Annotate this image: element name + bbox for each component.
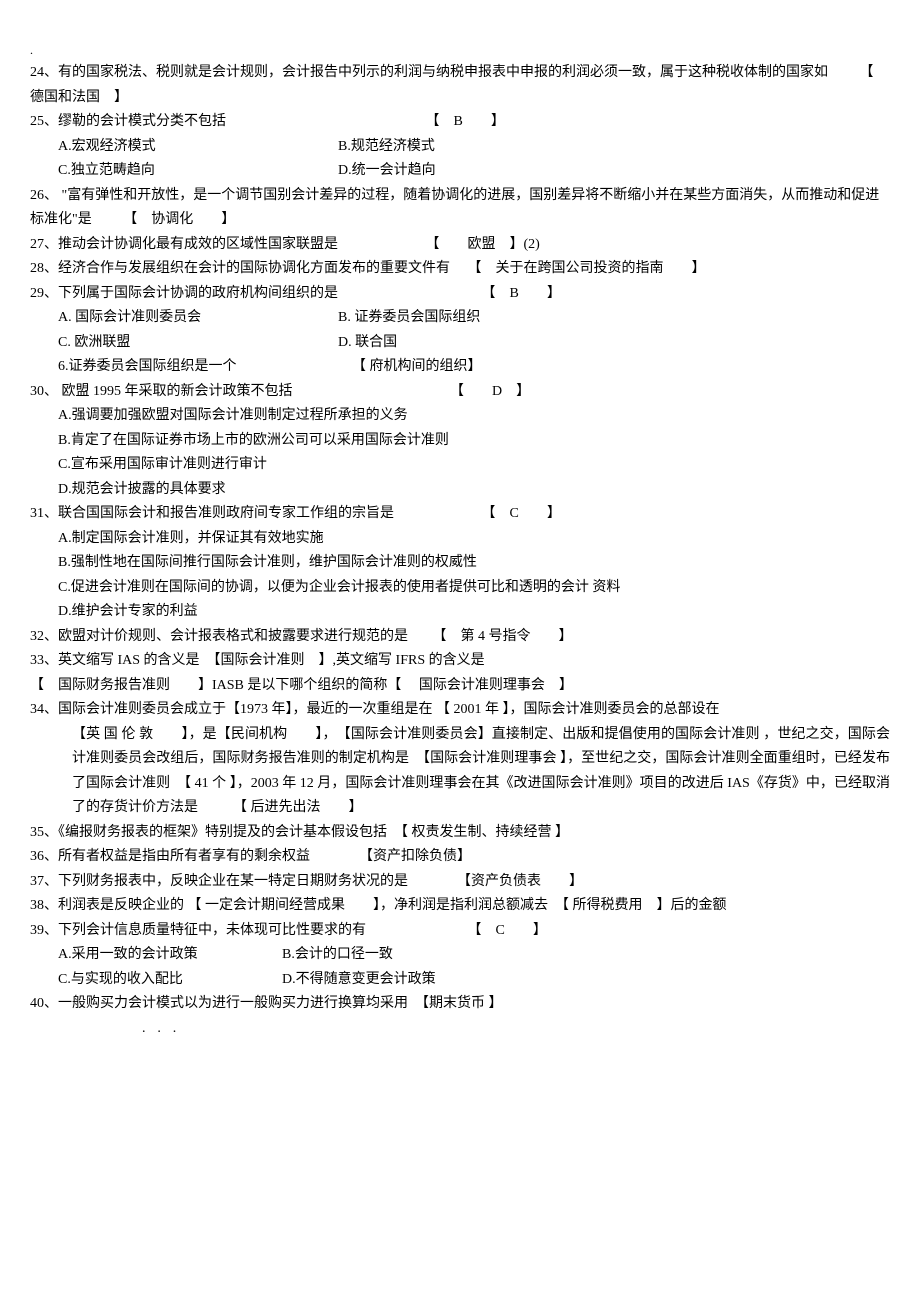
q31-ans: C [510, 506, 519, 521]
q25-text: 25、缪勒的会计模式分类不包括 [30, 114, 226, 129]
q24-text: 24、有的国家税法、税则就是会计规则，会计报告中列示的利润与纳税申报表中申报的利… [30, 65, 828, 80]
q39-a: A.采用一致的会计政策 [58, 943, 282, 968]
q32-text: 32、欧盟对计价规则、会计报表格式和披露要求进行规范的是 [30, 629, 408, 644]
q32-ans: 第 4 号指令 [461, 629, 531, 644]
q25-ans: B [454, 114, 463, 129]
q31-c: C.促进会计准则在国际间的协调，以便为企业会计报表的使用者提供可比和透明的会计 … [58, 576, 890, 601]
q39-row1: A.采用一致的会计政策 B.会计的口径一致 [58, 943, 890, 968]
q28-text: 28、经济合作与发展组织在会计的国际协调化方面发布的重要文件有 [30, 261, 450, 276]
q31-a: A.制定国际会计准则，并保证其有效地实施 [58, 527, 890, 552]
q31-b: B.强制性地在国际间推行国际会计准则，维护国际会计准则的权威性 [58, 551, 890, 576]
q31-d: D.维护会计专家的利益 [58, 600, 890, 625]
q27-tail: (2) [524, 237, 540, 252]
q33-p2: 【 国际财务报告准则 】IASB 是以下哪个组织的简称【 国际会计准则理事会 】 [30, 674, 890, 699]
q39-text: 39、下列会计信息质量特征中，未体现可比性要求的有 [30, 923, 366, 938]
q29-sub: 6.证券委员会国际组织是一个 【 府机构间的组织】 [58, 355, 890, 380]
topdot: . [30, 40, 890, 61]
q39: 39、下列会计信息质量特征中，未体现可比性要求的有 【 C 】 [30, 919, 890, 944]
q30-b: B.肯定了在国际证券市场上市的欧洲公司可以采用国际会计准则 [58, 429, 890, 454]
q25: 25、缪勒的会计模式分类不包括 【 B 】 [30, 110, 890, 135]
q40: 40、一般购买力会计模式以为进行一般购买力进行换算均采用 【期末货币 】 [30, 992, 890, 1017]
q25-c: C.独立范畴趋向 [58, 159, 338, 184]
bottom-dots: . . . [142, 1017, 890, 1042]
q33-p1: 33、英文缩写 IAS 的含义是 【国际会计准则 】,英文缩写 IFRS 的含义… [30, 649, 890, 674]
q24-ans: 德国和法国 [30, 90, 100, 105]
q37: 37、下列财务报表中，反映企业在某一特定日期财务状况的是 【资产负债表 】 [30, 870, 890, 895]
q39-b: B.会计的口径一致 [282, 943, 393, 968]
q29-b: B. 证券委员会国际组织 [338, 306, 480, 331]
q29-c: C. 欧洲联盟 [58, 331, 338, 356]
q39-c: C.与实现的收入配比 [58, 968, 282, 993]
q29-sub-ans: 府机构间的组织 [370, 359, 468, 374]
q31: 31、联合国国际会计和报告准则政府间专家工作组的宗旨是 【 C 】 [30, 502, 890, 527]
q35: 35、《编报财务报表的框架》特别提及的会计基本假设包括 【 权责发生制、持续经营… [30, 821, 890, 846]
q28: 28、经济合作与发展组织在会计的国际协调化方面发布的重要文件有 【 关于在跨国公… [30, 257, 890, 282]
q29-a: A. 国际会计准则委员会 [58, 306, 338, 331]
q39-d: D.不得随意变更会计政策 [282, 968, 436, 993]
q34-p2: 【英 国 伦 敦 】，是【民间机构 】， 【国际会计准则委员会】直接制定、出版和… [72, 723, 890, 821]
q30-text: 30、 欧盟 1995 年采取的新会计政策不包括 [30, 384, 293, 399]
q31-text: 31、联合国国际会计和报告准则政府间专家工作组的宗旨是 [30, 506, 394, 521]
q25-d: D.统一会计趋向 [338, 159, 436, 184]
q34-p1: 34、国际会计准则委员会成立于【1973 年】，最近的一次重组是在 【 2001… [30, 698, 890, 723]
q26-ans: 协调化 [151, 212, 193, 227]
q39-ans: C [496, 923, 505, 938]
q25-row1: A.宏观经济模式 B.规范经济模式 [58, 135, 890, 160]
q38: 38、利润表是反映企业的 【 一定会计期间经营成果 】，净利润是指利润总额减去 … [30, 894, 890, 919]
q39-row2: C.与实现的收入配比 D.不得随意变更会计政策 [58, 968, 890, 993]
q32: 32、欧盟对计价规则、会计报表格式和披露要求进行规范的是 【 第 4 号指令 】 [30, 625, 890, 650]
q27-text: 27、推动会计协调化最有成效的区域性国家联盟是 [30, 237, 338, 252]
q29-text: 29、下列属于国际会计协调的政府机构间组织的是 [30, 286, 338, 301]
q27: 27、推动会计协调化最有成效的区域性国家联盟是 【 欧盟 】(2) [30, 233, 890, 258]
q30-c: C.宣布采用国际审计准则进行审计 [58, 453, 890, 478]
q30-ans: D [492, 384, 502, 399]
q36: 36、所有者权益是指由所有者享有的剩余权益 【资产扣除负债】 [30, 845, 890, 870]
q29-sub-text: 6.证券委员会国际组织是一个 [58, 359, 237, 374]
q30-d: D.规范会计披露的具体要求 [58, 478, 890, 503]
q29-row1: A. 国际会计准则委员会 B. 证券委员会国际组织 [58, 306, 890, 331]
q27-ans: 欧盟 [468, 237, 496, 252]
q29-d: D. 联合国 [338, 331, 397, 356]
q29: 29、下列属于国际会计协调的政府机构间组织的是 【 B 】 [30, 282, 890, 307]
q29-row2: C. 欧洲联盟 D. 联合国 [58, 331, 890, 356]
q25-b: B.规范经济模式 [338, 135, 435, 160]
q30-a: A.强调要加强欧盟对国际会计准则制定过程所承担的义务 [58, 404, 890, 429]
q30: 30、 欧盟 1995 年采取的新会计政策不包括 【 D 】 [30, 380, 890, 405]
q24: 24、有的国家税法、税则就是会计规则，会计报告中列示的利润与纳税申报表中申报的利… [30, 61, 890, 110]
q26: 26、 "富有弹性和开放性，是一个调节国别会计差异的过程，随着协调化的进展，国别… [30, 184, 890, 233]
q25-a: A.宏观经济模式 [58, 135, 338, 160]
q25-row2: C.独立范畴趋向 D.统一会计趋向 [58, 159, 890, 184]
q28-ans: 关于在跨国公司投资的指南 [496, 261, 664, 276]
q29-ans: B [510, 286, 519, 301]
